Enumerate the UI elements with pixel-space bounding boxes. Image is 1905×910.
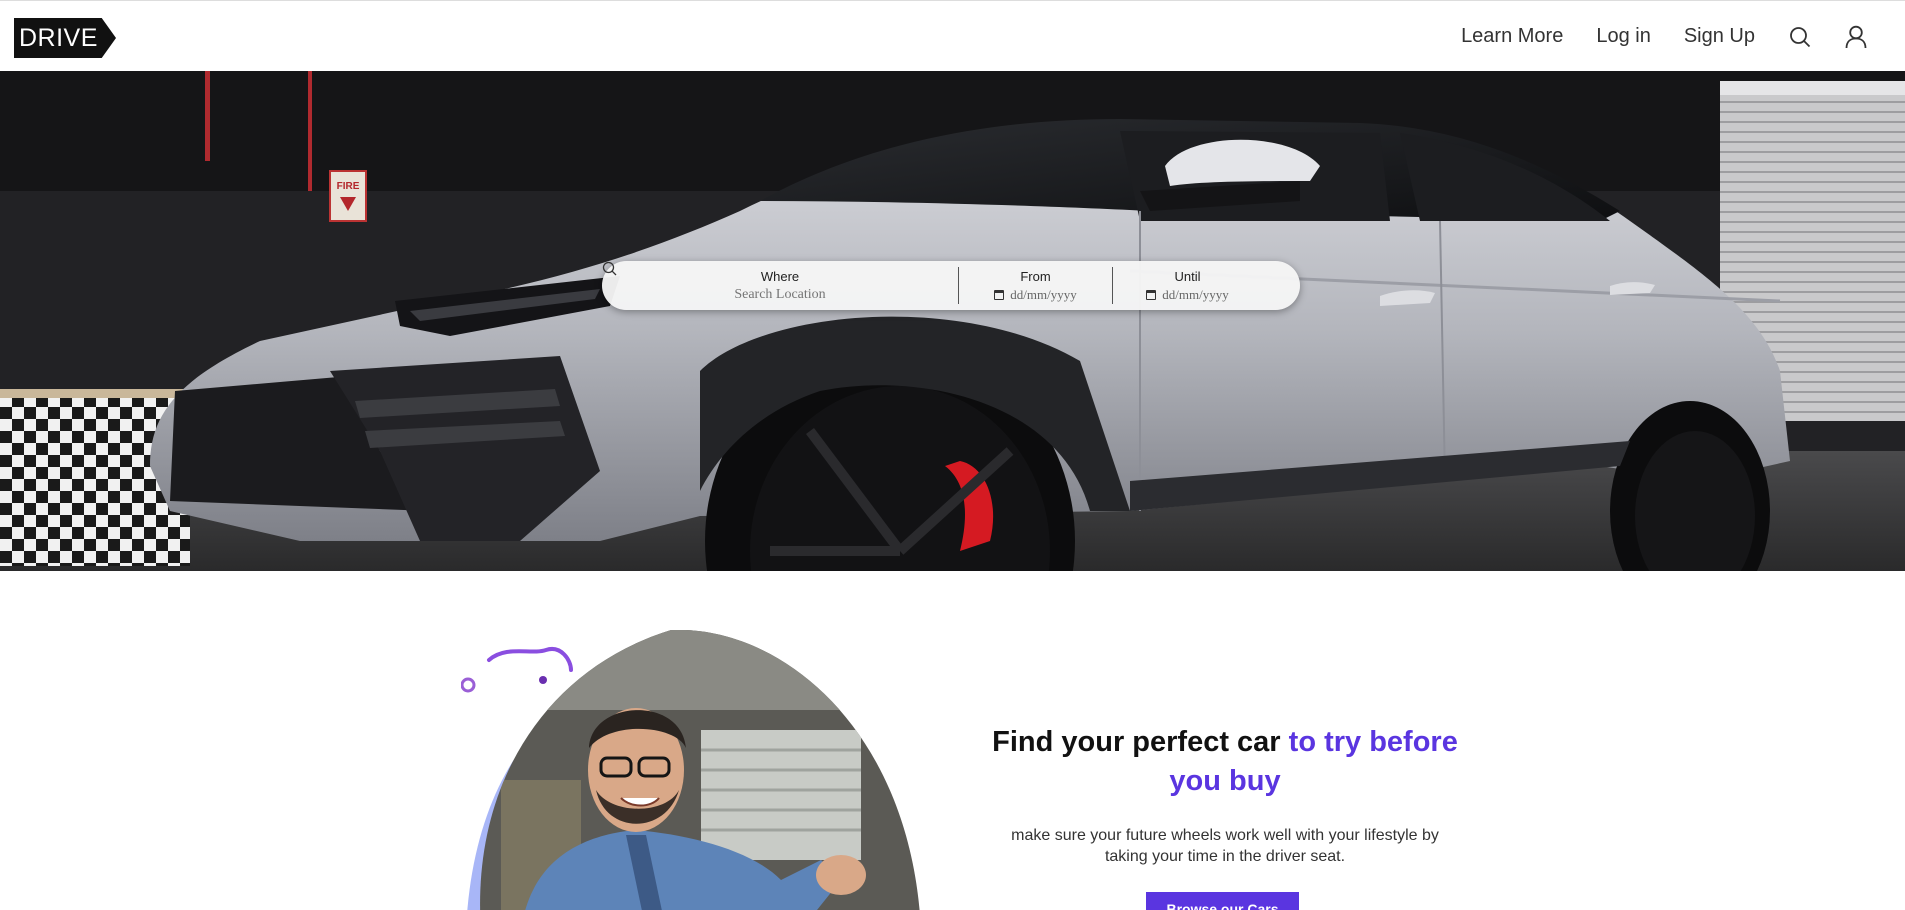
- browse-cars-button[interactable]: Browse our Cars: [1146, 892, 1299, 910]
- search-submit-button[interactable]: [602, 261, 1300, 310]
- site-header: DRIVE Learn More Log in Sign Up: [0, 0, 1905, 71]
- location-search-input[interactable]: [690, 286, 870, 303]
- decor-ring-icon: [460, 677, 476, 693]
- from-label: From: [1020, 268, 1051, 284]
- search-icon: [602, 261, 617, 276]
- from-date-placeholder: dd/mm/yyyy: [1010, 286, 1077, 302]
- calendar-icon: [1146, 289, 1157, 300]
- until-label: Until: [1174, 268, 1201, 284]
- booking-search-bar: Where From dd/mm/yyyy Until dd/mm/yyyy: [602, 261, 1300, 310]
- nav-learn-more[interactable]: Learn More: [1461, 25, 1563, 48]
- where-label: Where: [760, 268, 800, 284]
- nav-log-in[interactable]: Log in: [1596, 25, 1651, 48]
- from-date-input[interactable]: dd/mm/yyyy: [994, 286, 1077, 303]
- hero-banner: FIRE Where Search Location From dd/mm/yy…: [0, 71, 1905, 571]
- drive-logo[interactable]: DRIVE: [14, 18, 116, 58]
- user-icon[interactable]: [1844, 25, 1868, 49]
- main-nav: Learn More Log in Sign Up: [1461, 1, 1905, 72]
- promo-subtitle: make sure your future wheels work well w…: [1011, 827, 1439, 865]
- driver-photo: [460, 630, 921, 910]
- until-date-placeholder: dd/mm/yyyy: [1162, 286, 1229, 302]
- hero-car-image: FIRE: [0, 71, 1905, 571]
- logo-text: DRIVE: [19, 24, 98, 52]
- until-date-input[interactable]: dd/mm/yyyy: [1146, 286, 1229, 303]
- until-segment: Until dd/mm/yyyy: [1112, 267, 1262, 304]
- calendar-icon: [994, 289, 1005, 300]
- nav-sign-up[interactable]: Sign Up: [1684, 25, 1755, 48]
- from-segment: From dd/mm/yyyy: [958, 267, 1112, 304]
- promo-heading: Find your perfect car to try before you …: [980, 723, 1470, 801]
- fire-sign-text: FIRE: [337, 181, 360, 192]
- decor-dot-icon: [539, 676, 547, 684]
- decor-squiggle-icon: [487, 647, 573, 672]
- promo-heading-plain: Find your perfect car: [992, 726, 1289, 758]
- where-segment: Where: [602, 261, 958, 310]
- search-icon[interactable]: [1788, 25, 1812, 49]
